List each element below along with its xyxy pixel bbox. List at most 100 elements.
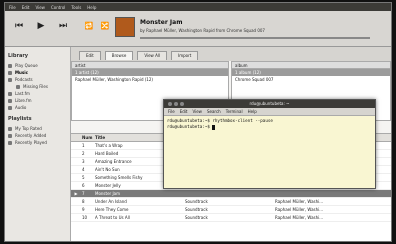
- table-cell: 7: [82, 191, 85, 196]
- play-icon: ▶: [37, 21, 45, 31]
- shuffle-button[interactable]: 🔀: [97, 18, 113, 34]
- album-art: [115, 17, 135, 37]
- sidebar-playlist-item[interactable]: Recently Played: [8, 139, 67, 146]
- column-header[interactable]: Num: [81, 135, 95, 140]
- terminal-menu-item[interactable]: Terminal: [226, 109, 243, 114]
- menu-help[interactable]: Help: [87, 5, 96, 10]
- playlist-icon: [8, 140, 12, 145]
- seek-bar[interactable]: [140, 37, 370, 39]
- repeat-icon: 🔁: [84, 22, 94, 30]
- sidebar-item-label: Recently Played: [15, 140, 47, 145]
- terminal-title: rdu@ubuntubeta: ~: [249, 101, 290, 106]
- table-cell: A Threat to Us All: [95, 215, 130, 220]
- sidebar-item[interactable]: Last.fm: [8, 90, 67, 97]
- playlists-heading: Playlists: [8, 116, 32, 122]
- sidebar-item[interactable]: Audio: [8, 104, 67, 111]
- next-icon: ⏭: [58, 21, 68, 31]
- list-item[interactable]: 1 artist (12): [72, 69, 228, 76]
- table-cell: Soundtrack: [185, 207, 208, 212]
- sidebar-item[interactable]: Play Queue: [8, 62, 67, 69]
- menu-view[interactable]: View: [35, 5, 45, 10]
- terminal-menu-item[interactable]: View: [192, 109, 202, 114]
- list-item[interactable]: Chrome Squad 007: [232, 76, 390, 83]
- table-cell: Raphael Müller, Washi...: [275, 207, 324, 212]
- sidebar-item[interactable]: Libre.fm: [8, 97, 67, 104]
- terminal-menubar: File Edit View Search Terminal Help: [164, 108, 375, 116]
- table-cell: 1: [82, 143, 85, 148]
- browse-tab[interactable]: Edit: [79, 51, 101, 60]
- minimize-icon[interactable]: [174, 102, 178, 106]
- toolbar: ⏮ ▶ ⏭ 🔁 🔀 Monster Jam by Raphael Müller,…: [5, 11, 391, 47]
- cursor: [212, 124, 216, 130]
- sidebar-item-label: Last.fm: [15, 91, 30, 96]
- browse-tab[interactable]: Browse: [104, 51, 134, 60]
- sidebar-item-label: Recently Added: [15, 133, 47, 138]
- terminal-menu-item[interactable]: Edit: [180, 109, 188, 114]
- play-button[interactable]: ▶: [33, 18, 49, 34]
- terminal-line-text: rdu@ubuntubeta:~$: [167, 124, 213, 129]
- terminal-titlebar[interactable]: rdu@ubuntubeta: ~: [164, 100, 375, 108]
- list-item[interactable]: Raphael Müller, Washington Rapid (12): [72, 76, 228, 83]
- previous-button[interactable]: ⏮: [11, 18, 27, 34]
- menu-control[interactable]: Control: [51, 5, 65, 10]
- menu-tools[interactable]: Tools: [71, 5, 81, 10]
- sidebar-item-label: Libre.fm: [15, 98, 32, 103]
- playing-icon: ▶: [74, 191, 78, 196]
- table-cell: Under An Island: [95, 199, 127, 204]
- artist-pane-header[interactable]: artist: [72, 62, 228, 69]
- table-cell: Soundtrack: [185, 215, 208, 220]
- terminal-line-text: rdu@ubuntubeta:~$ rhythmbox-client --pau…: [167, 118, 273, 123]
- table-row[interactable]: 10 A Threat to Us All Soundtrack Raphael Mü…: [71, 214, 391, 222]
- table-cell: 10: [82, 215, 88, 220]
- menubar: File Edit View Control Tools Help: [5, 3, 391, 11]
- sidebar-item-label: Play Queue: [15, 63, 38, 68]
- table-cell: 6: [82, 183, 85, 188]
- table-cell: Raphael Müller, Washi...: [275, 199, 324, 204]
- playlist-icon: [8, 126, 12, 131]
- missing-icon: [16, 84, 20, 89]
- terminal-window[interactable]: rdu@ubuntubeta: ~ File Edit View Search Term…: [163, 99, 376, 189]
- terminal-menu-item[interactable]: File: [168, 109, 175, 114]
- lastfm-icon: [8, 91, 12, 96]
- sidebar-item-label: Music: [15, 70, 28, 75]
- sidebar-playlist-item[interactable]: Recently Added: [8, 132, 67, 139]
- list-item[interactable]: 1 album (12): [232, 69, 390, 76]
- sidebar-item[interactable]: Music: [8, 69, 67, 76]
- menu-edit[interactable]: Edit: [22, 5, 30, 10]
- sidebar-item[interactable]: Podcasts: [8, 76, 67, 83]
- librefm-icon: [8, 98, 12, 103]
- browse-tab[interactable]: View All: [137, 51, 168, 60]
- browse-tab[interactable]: Import: [171, 51, 199, 60]
- repeat-button[interactable]: 🔁: [81, 18, 97, 34]
- table-cell: 9: [82, 207, 85, 212]
- browse-tabs: Edit Browse View All Import: [71, 47, 391, 61]
- now-playing-subtitle: by Raphael Müller, Washington Rapid from…: [140, 28, 265, 33]
- sidebar-item[interactable]: Missing Files: [8, 83, 67, 90]
- previous-icon: ⏮: [14, 21, 24, 31]
- table-cell: 5: [82, 175, 85, 180]
- table-row[interactable]: ▶ 7 Monster Jam: [71, 190, 391, 198]
- terminal-menu-item[interactable]: Search: [207, 109, 221, 114]
- table-cell: Soundtrack: [185, 199, 208, 204]
- album-pane-header[interactable]: album: [232, 62, 390, 69]
- shuffle-icon: 🔀: [100, 22, 110, 30]
- sidebar-item-label: Missing Files: [23, 84, 48, 89]
- table-row[interactable]: 8 Under An Island Soundtrack Raphael Müller…: [71, 198, 391, 206]
- maximize-icon[interactable]: [180, 102, 184, 106]
- library-heading: Library: [8, 53, 29, 59]
- table-cell: Raphael Müller, Washi...: [275, 215, 324, 220]
- menu-file[interactable]: File: [9, 5, 16, 10]
- sidebar-item-label: My Top Rated: [15, 126, 42, 131]
- sidebar-playlist-item[interactable]: My Top Rated: [8, 125, 67, 132]
- playlist-icon: [8, 133, 12, 138]
- terminal-line: rdu@ubuntubeta:~$: [167, 124, 372, 130]
- table-cell: Monster Jam: [95, 191, 120, 196]
- table-row[interactable]: 9 Here They Come Soundtrack Raphael Müller,…: [71, 206, 391, 214]
- close-icon[interactable]: [168, 102, 172, 106]
- table-cell: 8: [82, 199, 85, 204]
- podcast-icon: [8, 77, 12, 82]
- terminal-menu-item[interactable]: Help: [248, 109, 257, 114]
- next-button[interactable]: ⏭: [55, 18, 71, 34]
- terminal-body[interactable]: rdu@ubuntubeta:~$ rhythmbox-client --pau…: [164, 116, 375, 132]
- table-cell: Here They Come: [95, 207, 129, 212]
